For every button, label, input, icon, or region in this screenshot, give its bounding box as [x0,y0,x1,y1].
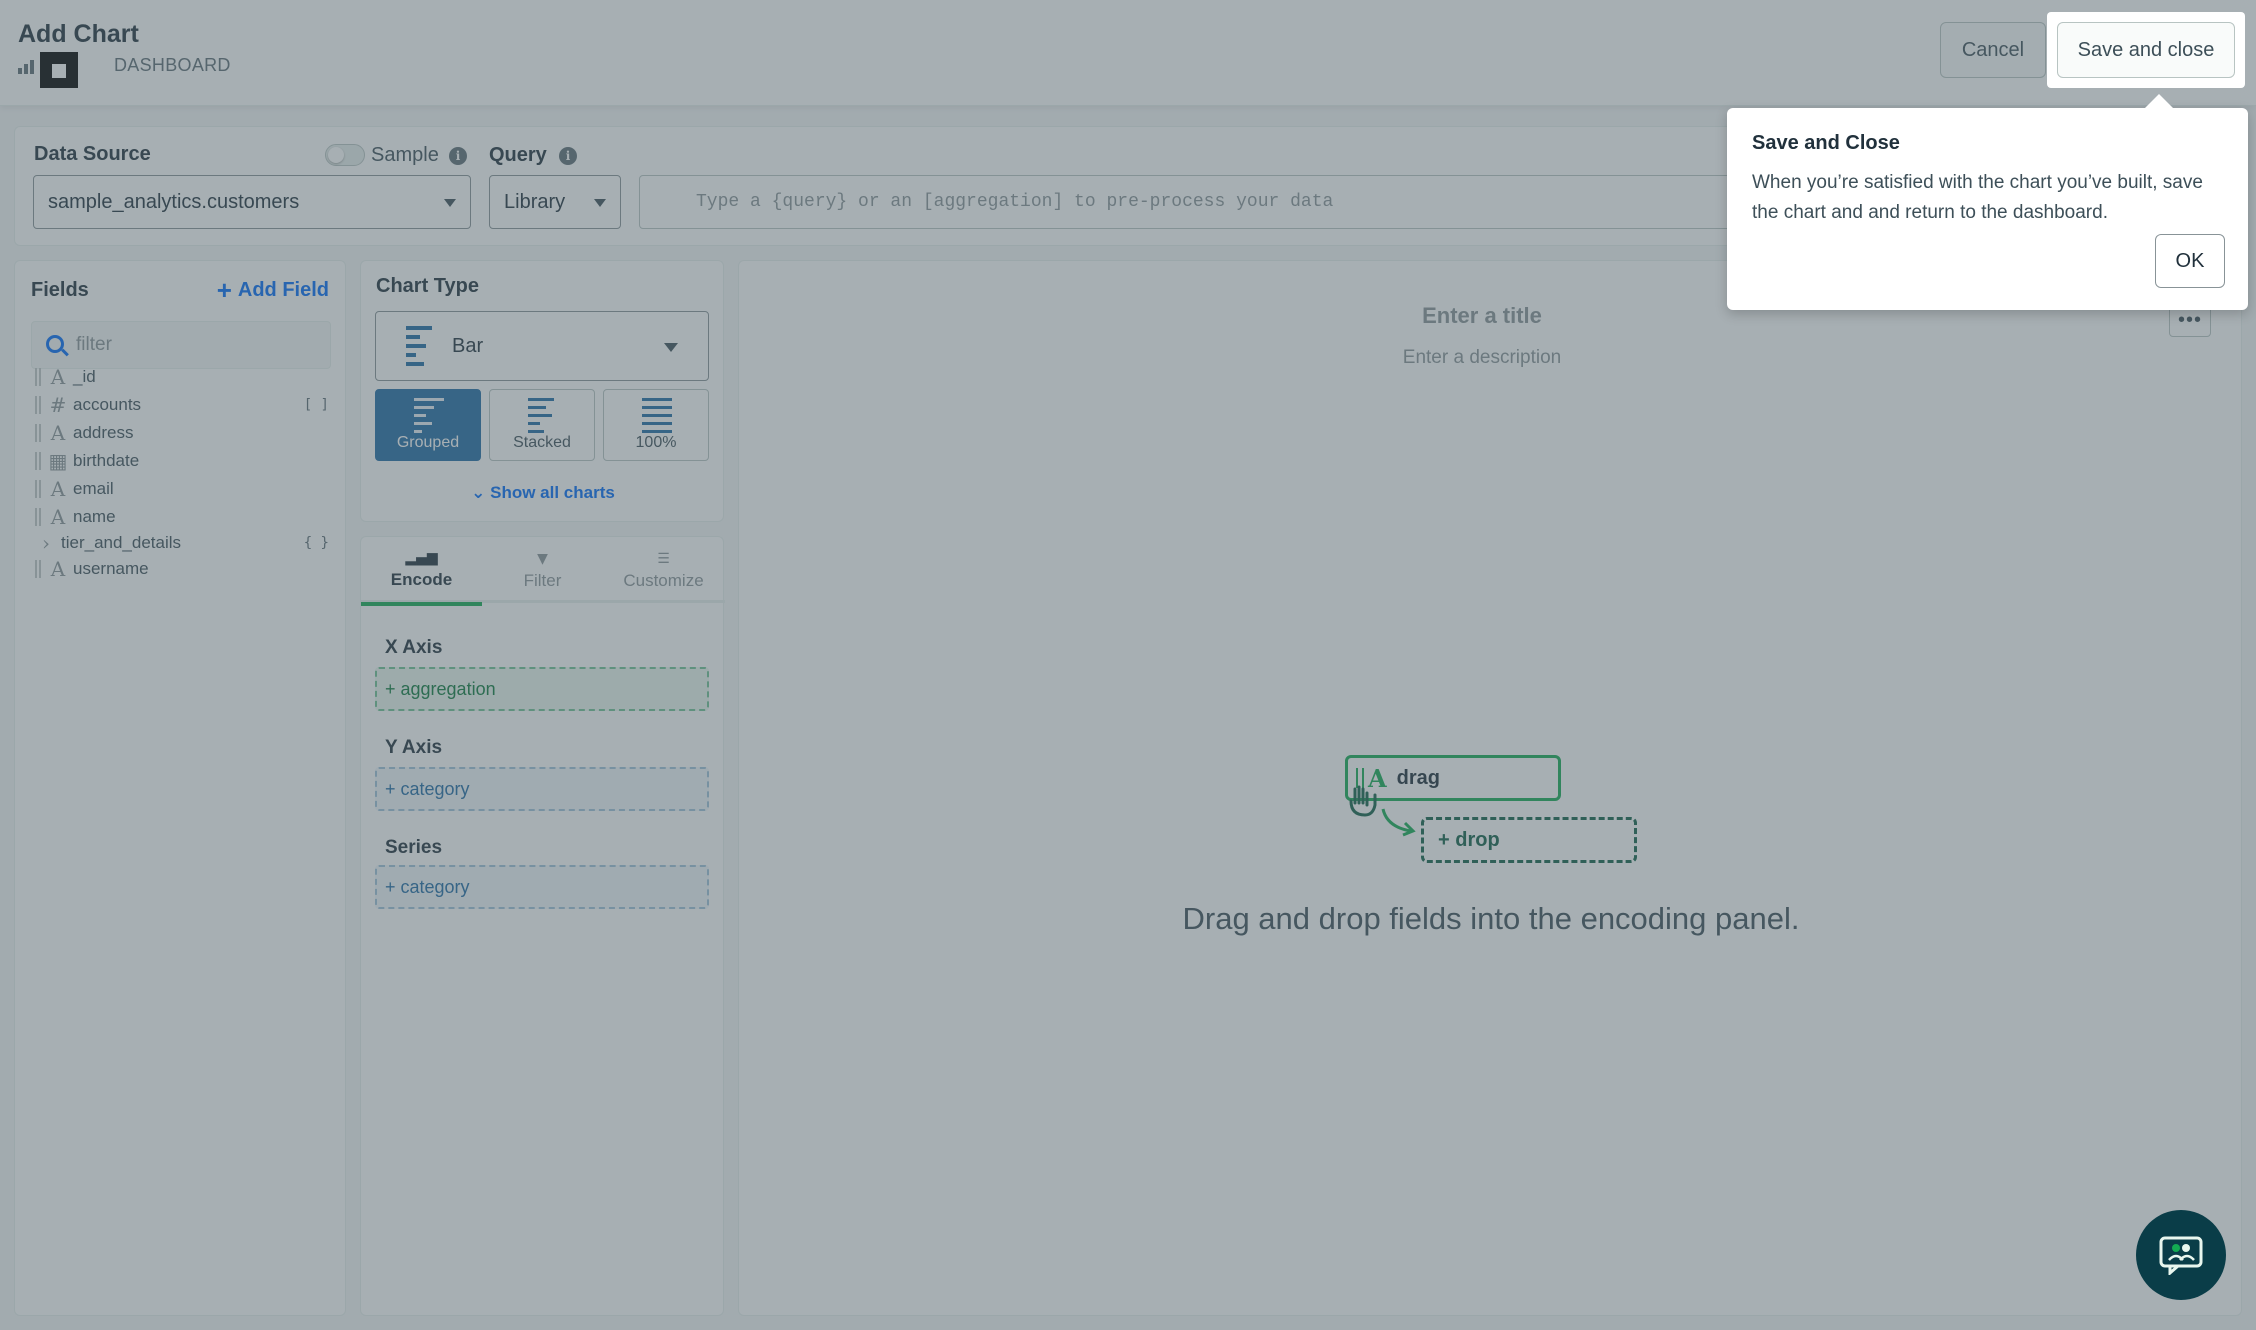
drag-handle-icon[interactable] [35,368,41,386]
query-label: Query [489,144,547,166]
y-axis-drop-zone[interactable]: + category [375,767,709,811]
breadcrumb-label[interactable]: DASHBOARD [114,55,231,76]
tab-filter[interactable]: ▼ Filter [482,537,603,603]
string-icon: A [50,421,66,445]
info-icon[interactable]: i [559,147,577,165]
number-icon: # [49,393,67,417]
filter-placeholder: filter [76,334,112,355]
show-all-label: Show all charts [490,483,615,502]
data-source-value: sample_analytics.customers [48,190,300,213]
variant-label: Grouped [396,434,460,451]
string-icon: A [50,477,66,501]
stacked-bar-icon [528,398,558,436]
data-source-select[interactable]: sample_analytics.customers [33,175,471,229]
y-axis-label: Y Axis [385,737,443,758]
sample-label: Sample [371,144,439,166]
header: Add Chart DASHBOARD Cancel [0,0,2256,106]
cancel-button[interactable]: Cancel [1940,22,2046,78]
info-icon[interactable]: i [449,147,467,165]
bar-chart-icon [406,326,440,366]
add-field-button[interactable]: + Add Field [217,277,329,303]
variant-stacked[interactable]: Stacked [489,389,595,461]
field-name: username [73,559,149,578]
field-type-badge: [ ] [303,397,329,413]
grouped-bar-icon [414,398,444,436]
tab-label: Customize [623,571,704,590]
drag-handle-icon[interactable] [35,396,41,414]
drag-handle-icon[interactable] [35,480,41,498]
hand-cursor-icon [1349,785,1377,817]
drag-handle-icon[interactable] [35,424,41,442]
sliders-icon: ☰ [657,551,670,567]
chart-type-value: Bar [452,334,484,357]
field-name: address [73,423,134,442]
tooltip-body: When you’re satisfied with the chart you… [1752,172,2203,223]
drop-illustration: + drop [1421,817,1637,863]
field-name: name [73,507,116,526]
date-icon: ▦ [48,449,68,473]
x-axis-label: X Axis [385,637,443,658]
chart-canvas: Enter a title Enter a description ••• A … [738,260,2242,1316]
empty-state-instructions: Drag and drop fields into the encoding p… [1182,901,1800,936]
drag-handle-icon[interactable] [35,508,41,526]
tooltip-title: Save and Close [1752,132,1900,154]
query-mode-value: Library [504,190,566,213]
fields-title: Fields [31,279,89,301]
chevron-down-icon [444,199,456,207]
chart-type-panel: Chart Type Bar Grouped Stacked 100% ⌄ Sh… [360,260,724,522]
drag-handle-icon[interactable] [35,452,41,470]
series-label: Series [385,837,443,858]
series-drop-zone[interactable]: + category [375,865,709,909]
field-name: _id [73,367,96,386]
chevron-down-icon [594,199,606,207]
tab-label: Encode [390,570,453,589]
add-field-label: Add Field [237,278,329,301]
chart-type-select[interactable]: Bar [375,311,709,381]
chat-support-button[interactable] [2136,1210,2226,1300]
variant-grouped[interactable]: Grouped [375,389,481,461]
guide-tooltip: Save and Close When you’re satisfied wit… [1727,94,2248,310]
signal-icon: ▂▄▆ [405,550,438,566]
variant-100-percent[interactable]: 100% [603,389,709,461]
field-name: email [73,479,114,498]
fields-panel: Fields + Add Field filter A _id # accounts [… [14,260,346,1316]
plus-icon: + [216,275,232,305]
field-name: birthdate [73,451,140,470]
save-button-highlight: Save and close [2047,12,2245,88]
field-name: tier_and_details [61,533,182,552]
sample-toggle[interactable] [325,144,365,166]
page-title: Add Chart [18,20,139,48]
dashboard-icon [18,58,40,74]
x-axis-drop-zone[interactable]: + aggregation [375,667,709,711]
filter-icon: ▼ [537,551,548,567]
data-source-label: Data Source [34,143,151,165]
query-input[interactable]: Type a {query} or an [aggregation] to pr… [639,175,1739,229]
drag-label: drag [1396,766,1440,789]
search-icon [46,335,64,353]
ok-button[interactable]: OK [2155,234,2225,288]
string-icon: A [50,557,66,581]
field-type-badge: { } [303,535,329,551]
show-all-charts-link[interactable]: ⌄ Show all charts [361,483,725,503]
query-mode-select[interactable]: Library [489,175,621,229]
percent-bar-icon [642,398,672,436]
tab-customize[interactable]: ☰ Customize [603,537,724,603]
redacted-block [40,52,78,88]
chevron-down-icon [664,343,678,352]
chart-description-input[interactable]: Enter a description [739,347,2225,369]
tab-label: Filter [523,571,562,590]
field-item-username[interactable]: Ausername [35,551,335,587]
drag-handle-icon[interactable] [35,560,41,578]
chat-icon [2159,1236,2203,1275]
variant-label: Stacked [513,434,571,451]
field-name: accounts [73,395,142,414]
variant-label: 100% [635,434,677,451]
tab-encode[interactable]: ▂▄▆ Encode [361,537,482,606]
encode-tabs: ▂▄▆ Encode ▼ Filter ☰ Customize [361,537,725,606]
save-and-close-button[interactable]: Save and close [2057,22,2235,78]
chart-type-title: Chart Type [376,275,479,297]
encode-panel: ▂▄▆ Encode ▼ Filter ☰ Customize X Axis +… [360,536,725,1316]
string-icon: A [50,365,66,389]
